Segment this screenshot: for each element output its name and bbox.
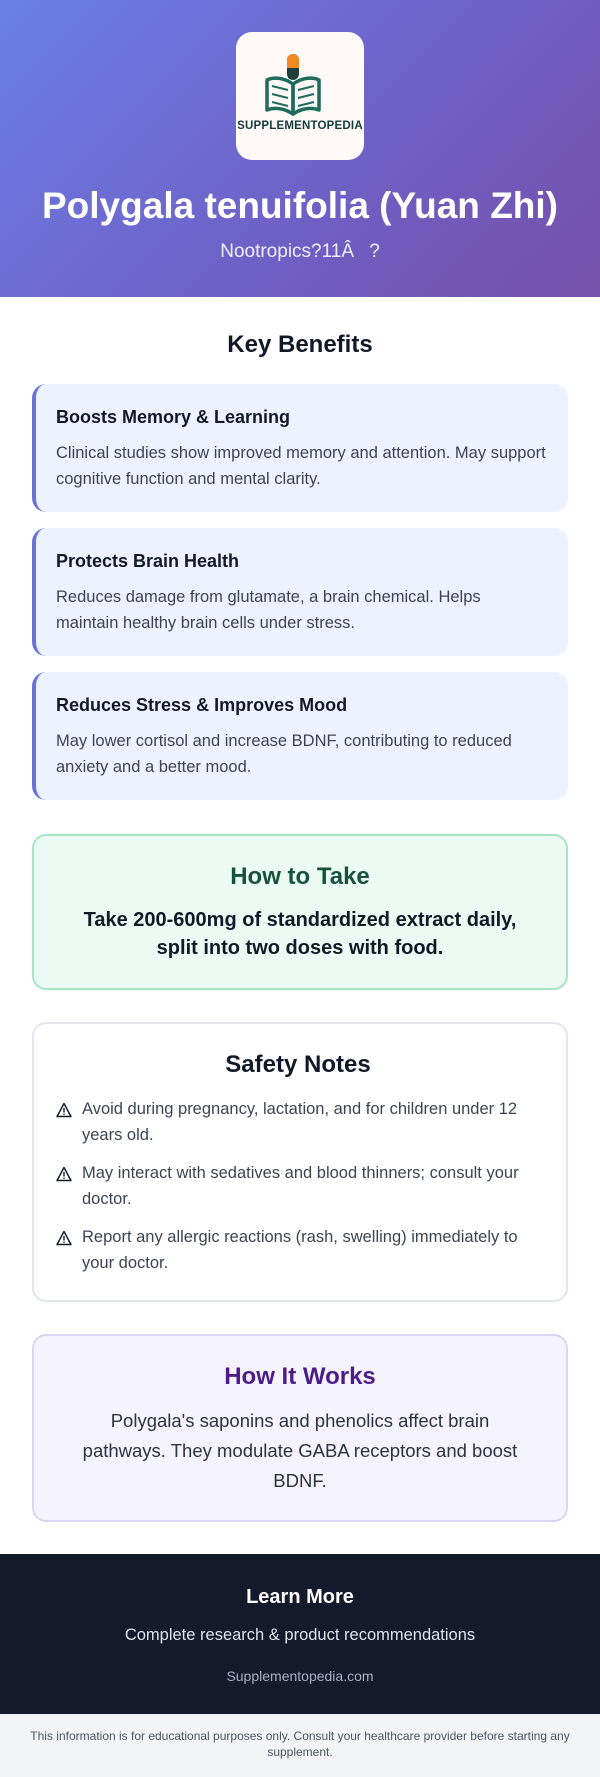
- hero-header: SUPPLEMENTOPEDIA Polygala tenuifolia (Yu…: [0, 0, 600, 297]
- footer-site-link[interactable]: Supplementopedia.com: [0, 1666, 600, 1686]
- warning-icon: [56, 1102, 72, 1118]
- warning-icon: [56, 1166, 72, 1182]
- how-it-works-card: How It Works Polygala's saponins and phe…: [32, 1334, 568, 1522]
- how-to-take-card: How to Take Take 200-600mg of standardiz…: [32, 834, 568, 990]
- disclaimer: This information is for educational purp…: [0, 1714, 600, 1777]
- footer-title: Learn More: [246, 1586, 354, 1608]
- safety-text: Report any allergic reactions (rash, swe…: [82, 1228, 518, 1272]
- key-benefits-title: Key Benefits: [227, 331, 373, 358]
- safety-item: Avoid during pregnancy, lactation, and f…: [56, 1096, 540, 1148]
- benefit-card: Reduces Stress & Improves Mood May lower…: [32, 672, 568, 800]
- benefit-title: Protects Brain Health: [56, 551, 240, 571]
- footer: Learn More Complete research & product r…: [0, 1554, 600, 1714]
- benefit-title: Boosts Memory & Learning: [56, 407, 291, 427]
- site-logo[interactable]: SUPPLEMENTOPEDIA: [236, 32, 364, 160]
- how-to-take-title: How to Take: [230, 863, 370, 890]
- benefit-description: May lower cortisol and increase BDNF, co…: [56, 732, 512, 776]
- page: SUPPLEMENTOPEDIA Polygala tenuifolia (Yu…: [0, 0, 600, 1777]
- benefit-title: Reduces Stress & Improves Mood: [56, 695, 348, 715]
- safety-text: Avoid during pregnancy, lactation, and f…: [82, 1100, 518, 1144]
- logo-text: SUPPLEMENTOPEDIA: [237, 120, 363, 132]
- book-pill-icon: [265, 54, 321, 116]
- benefit-description: Reduces damage from glutamate, a brain c…: [56, 588, 481, 632]
- safety-text: May interact with sedatives and blood th…: [82, 1164, 519, 1208]
- benefit-card: Protects Brain Health Reduces damage fro…: [32, 528, 568, 656]
- footer-subtitle: Complete research & product recommendati…: [124, 1626, 476, 1644]
- how-to-take-text: Take 200-600mg of standardized extract d…: [83, 909, 517, 959]
- how-it-works-text: Polygala's saponins and phenolics affect…: [82, 1410, 518, 1491]
- page-subtitle: Nootropics?11Â?: [220, 241, 380, 262]
- how-it-works-title: How It Works: [224, 1363, 376, 1390]
- benefit-description: Clinical studies show improved memory an…: [56, 444, 546, 488]
- page-title: Polygala tenuifolia (Yuan Zhi): [42, 185, 558, 226]
- safety-notes-title: Safety Notes: [225, 1051, 371, 1078]
- safety-item: May interact with sedatives and blood th…: [56, 1160, 540, 1212]
- safety-notes-card: Safety Notes Avoid during pregnancy, lac…: [32, 1022, 568, 1302]
- warning-icon: [56, 1230, 72, 1246]
- safety-item: Report any allergic reactions (rash, swe…: [56, 1224, 540, 1276]
- benefit-card: Boosts Memory & Learning Clinical studie…: [32, 384, 568, 512]
- safety-list: Avoid during pregnancy, lactation, and f…: [56, 1096, 540, 1276]
